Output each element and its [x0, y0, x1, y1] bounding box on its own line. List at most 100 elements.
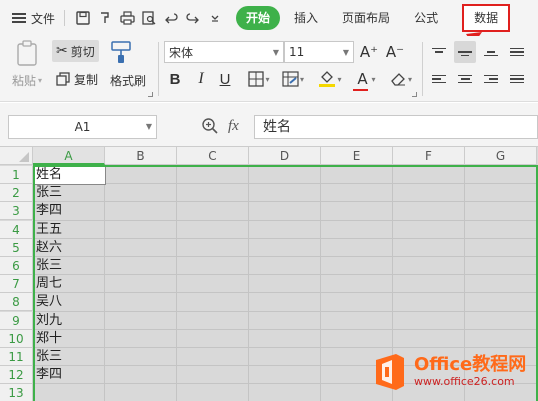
undo-icon[interactable]	[160, 7, 182, 29]
font-color-button[interactable]: A ▾	[350, 68, 380, 90]
formula-input[interactable]: 姓名	[254, 115, 538, 139]
align-top-button[interactable]	[428, 41, 450, 63]
name-box[interactable]: A1 ▼	[8, 115, 157, 139]
copy-icon	[56, 72, 70, 86]
cell[interactable]: 王五	[34, 221, 105, 239]
cell[interactable]: 姓名	[34, 166, 105, 184]
underline-button[interactable]: U	[214, 68, 236, 90]
select-all-corner[interactable]	[0, 147, 33, 165]
save-icon[interactable]	[72, 7, 94, 29]
tab-home[interactable]: 开始	[236, 6, 281, 30]
align-left-button[interactable]	[428, 68, 450, 90]
formula-bar: A1 ▼ fx 姓名	[0, 103, 538, 147]
align-bottom-button[interactable]	[480, 41, 502, 63]
divider	[158, 42, 159, 96]
cell[interactable]	[34, 384, 105, 401]
copy-button[interactable]: 复制	[56, 68, 98, 90]
gridline	[33, 201, 538, 203]
quick-access-toolbar	[72, 7, 226, 29]
cell[interactable]: 张三	[34, 184, 105, 202]
gridline	[33, 237, 538, 239]
row-header[interactable]: 8	[0, 293, 33, 312]
font-dialog-launcher[interactable]	[412, 92, 417, 97]
grow-font-button[interactable]: A⁺	[358, 41, 380, 63]
align-more-button[interactable]	[506, 41, 528, 63]
row-header[interactable]: 13	[0, 384, 33, 401]
borders-button[interactable]: ▾	[244, 68, 274, 90]
format-painter-icon[interactable]	[94, 7, 116, 29]
row-header[interactable]: 3	[0, 202, 33, 221]
gridline	[33, 328, 538, 330]
shrink-font-button[interactable]: A⁻	[384, 41, 406, 63]
print-preview-icon[interactable]	[138, 7, 160, 29]
row-header[interactable]: 7	[0, 275, 33, 294]
zoom-icon[interactable]	[201, 117, 219, 135]
cut-label: 剪切	[70, 44, 95, 59]
bold-button[interactable]: B	[164, 68, 186, 90]
hamburger-icon	[12, 11, 26, 25]
cell[interactable]: 张三	[34, 257, 105, 275]
redo-icon[interactable]	[182, 7, 204, 29]
watermark-url: www.office26.com	[414, 375, 515, 388]
row-header[interactable]: 5	[0, 238, 33, 257]
chevron-down-icon: ▾	[265, 74, 270, 84]
file-menu-button[interactable]: 文件	[0, 0, 61, 36]
fill-color-button[interactable]: ▾	[314, 68, 346, 90]
chevron-down-icon: ▼	[145, 122, 152, 131]
cell[interactable]: 周七	[34, 275, 105, 293]
gridline	[33, 310, 538, 312]
paste-label: 粘贴	[12, 74, 37, 88]
more-dropdown-icon[interactable]	[204, 7, 226, 29]
cell-style-icon	[282, 71, 299, 87]
column-header[interactable]: D	[249, 147, 321, 165]
tab-insert[interactable]: 插入	[284, 6, 328, 30]
cell[interactable]: 郑十	[34, 330, 105, 348]
column-header[interactable]: E	[321, 147, 393, 165]
row-header[interactable]: 9	[0, 311, 33, 330]
paste-button[interactable]	[12, 40, 42, 66]
clear-format-button[interactable]: ▾	[386, 68, 416, 90]
clipboard-dialog-launcher[interactable]	[148, 92, 153, 97]
row-header[interactable]: 11	[0, 348, 33, 366]
gridline	[33, 183, 538, 185]
font-name-select[interactable]: 宋体 ▼	[164, 41, 284, 63]
cell[interactable]: 李四	[34, 366, 105, 384]
cell[interactable]: 李四	[34, 202, 105, 220]
row-header[interactable]: 10	[0, 329, 33, 348]
format-painter-button[interactable]	[110, 40, 132, 64]
column-header[interactable]: C	[177, 147, 249, 165]
row-header[interactable]: 6	[0, 257, 33, 275]
watermark: Office教程网 www.office26.com	[370, 352, 526, 392]
cell[interactable]: 赵六	[34, 239, 105, 257]
paintbrush-icon	[111, 41, 131, 63]
tab-formulas[interactable]: 公式	[404, 6, 448, 30]
row-header[interactable]: 4	[0, 220, 33, 239]
italic-button[interactable]: I	[190, 68, 212, 90]
font-name-value: 宋体	[169, 45, 194, 60]
cut-button[interactable]: ✂ 剪切	[52, 40, 99, 62]
insert-function-button[interactable]: fx	[228, 115, 248, 137]
cell[interactable]: 吴八	[34, 293, 105, 311]
justify-button[interactable]	[506, 68, 528, 90]
align-right-button[interactable]	[480, 68, 502, 90]
column-header[interactable]: G	[465, 147, 537, 165]
row-header[interactable]: 1	[0, 166, 33, 184]
print-icon[interactable]	[116, 7, 138, 29]
font-size-value: 11	[289, 45, 305, 59]
cell[interactable]: 张三	[34, 348, 105, 366]
chevron-down-icon: ▾	[299, 74, 304, 84]
cell-style-button[interactable]: ▾	[278, 68, 308, 90]
chevron-down-icon: ▼	[272, 47, 279, 57]
eraser-icon	[391, 73, 405, 86]
column-header[interactable]: A	[33, 147, 105, 165]
paste-label-wrap: 粘贴 ▾	[12, 72, 42, 89]
column-header[interactable]: F	[393, 147, 465, 165]
column-header[interactable]: B	[105, 147, 177, 165]
cell[interactable]: 刘九	[34, 312, 105, 330]
font-size-select[interactable]: 11 ▼	[284, 41, 354, 63]
row-header[interactable]: 2	[0, 184, 33, 203]
tab-page-layout[interactable]: 页面布局	[332, 6, 400, 30]
row-header[interactable]: 12	[0, 366, 33, 385]
align-middle-button[interactable]	[454, 41, 476, 63]
align-center-button[interactable]	[454, 68, 476, 90]
